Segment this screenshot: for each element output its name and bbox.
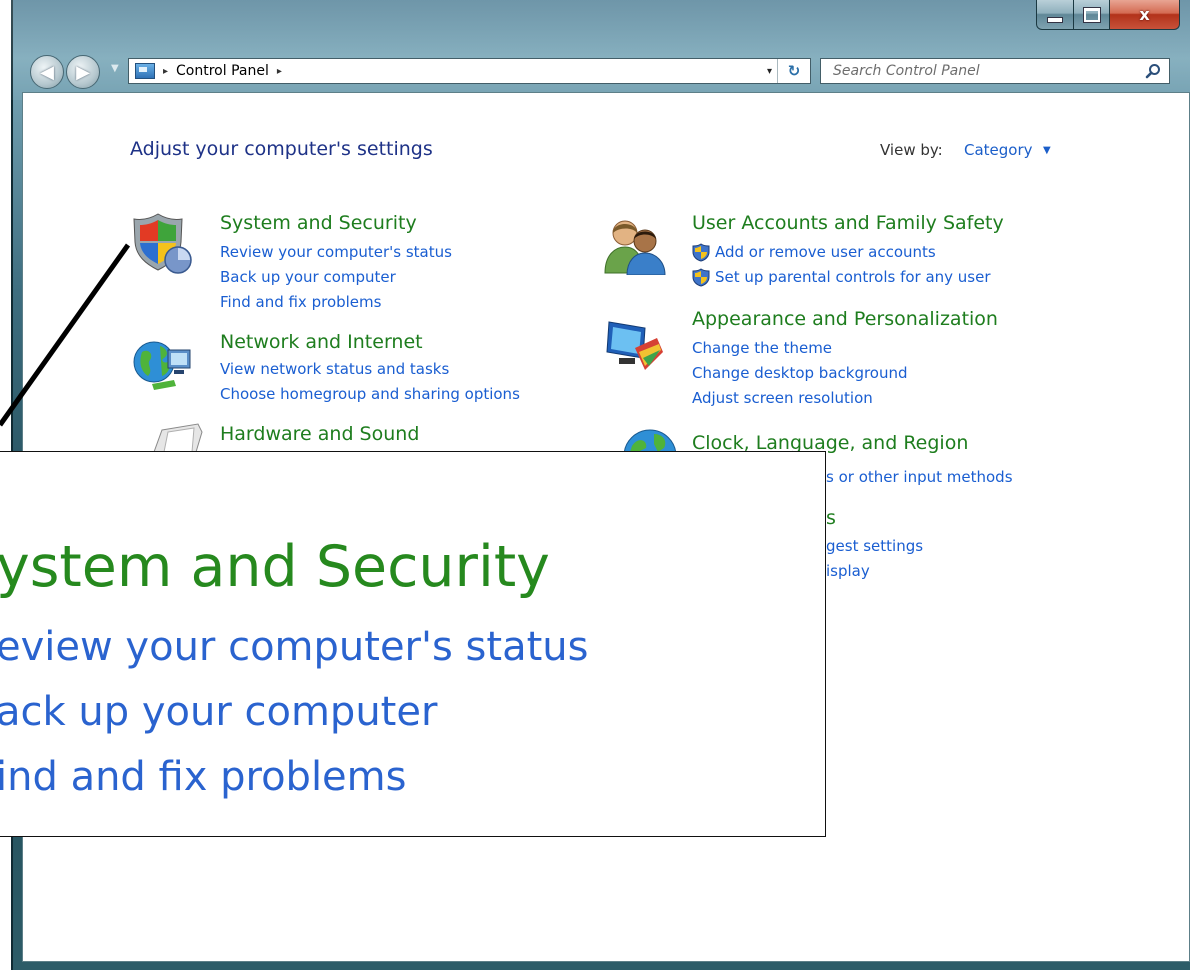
link-homegroup[interactable]: Choose homegroup and sharing options xyxy=(220,385,520,403)
arrow-right-icon: ▶ xyxy=(76,61,90,83)
search-input[interactable] xyxy=(831,62,1145,80)
caption-buttons: x xyxy=(1036,0,1180,30)
view-by-label: View by: xyxy=(880,141,943,159)
refresh-button[interactable]: ↻ xyxy=(777,59,810,83)
link-input-methods-partial[interactable]: s or other input methods xyxy=(826,468,1013,486)
uac-shield-icon xyxy=(692,268,710,287)
search-box[interactable] xyxy=(820,58,1170,84)
maximize-icon xyxy=(1082,6,1101,23)
chevron-down-icon[interactable]: ▼ xyxy=(1043,145,1051,156)
shield-icon[interactable] xyxy=(130,212,194,276)
clock-globe-icon[interactable] xyxy=(618,426,682,452)
link-screen-resolution[interactable]: Adjust screen resolution xyxy=(692,389,873,407)
category-network-and-internet[interactable]: Network and Internet xyxy=(220,331,423,353)
close-icon: x xyxy=(1139,5,1150,24)
link-desktop-background[interactable]: Change desktop background xyxy=(692,364,908,382)
refresh-icon: ↻ xyxy=(787,62,801,80)
printer-icon[interactable] xyxy=(140,422,204,452)
zoom-link-back-up: ack up your computer xyxy=(0,689,438,735)
control-panel-icon xyxy=(135,63,155,79)
appearance-icon[interactable] xyxy=(605,318,665,376)
zoom-link-find-fix: ind and fix problems xyxy=(0,754,407,800)
address-dropdown-icon[interactable]: ▾ xyxy=(767,66,772,77)
search-icon[interactable] xyxy=(1145,63,1161,79)
zoom-link-review-status: eview your computer's status xyxy=(0,624,589,670)
minimize-button[interactable] xyxy=(1036,0,1074,30)
forward-button[interactable]: ▶ xyxy=(66,55,100,89)
link-find-fix[interactable]: Find and fix problems xyxy=(220,293,381,311)
maximize-button[interactable] xyxy=(1074,0,1110,30)
uac-shield-icon xyxy=(692,243,710,262)
category-ease-of-access-partial[interactable]: s xyxy=(826,507,836,529)
recent-pages-dropdown[interactable]: ▼ xyxy=(111,63,119,74)
category-hardware-and-sound[interactable]: Hardware and Sound xyxy=(220,423,419,445)
minimize-icon xyxy=(1047,16,1063,23)
breadcrumb-separator[interactable]: ▸ xyxy=(163,66,168,77)
zoom-category-title: ystem and Security xyxy=(0,534,550,600)
breadcrumb-separator[interactable]: ▸ xyxy=(277,66,282,77)
zoom-callout: ystem and Security eview your computer's… xyxy=(0,451,826,837)
page-title: Adjust your computer's settings xyxy=(130,138,433,160)
category-appearance[interactable]: Appearance and Personalization xyxy=(692,308,998,330)
view-by-dropdown[interactable]: Category xyxy=(964,141,1033,159)
close-button[interactable]: x xyxy=(1110,0,1180,30)
category-user-accounts[interactable]: User Accounts and Family Safety xyxy=(692,212,1004,234)
link-review-status[interactable]: Review your computer's status xyxy=(220,243,452,261)
breadcrumb-control-panel[interactable]: Control Panel xyxy=(176,63,269,79)
arrow-left-icon: ◀ xyxy=(40,61,54,83)
users-icon[interactable] xyxy=(603,215,667,275)
link-change-theme[interactable]: Change the theme xyxy=(692,339,832,357)
link-network-status[interactable]: View network status and tasks xyxy=(220,360,449,378)
link-add-remove-accounts[interactable]: Add or remove user accounts xyxy=(715,243,936,261)
link-display-partial[interactable]: isplay xyxy=(826,562,870,580)
network-globe-icon[interactable] xyxy=(130,334,196,392)
back-button[interactable]: ◀ xyxy=(30,55,64,89)
address-bar[interactable]: ▸ Control Panel ▸ ▾ ↻ xyxy=(128,58,811,84)
link-back-up[interactable]: Back up your computer xyxy=(220,268,396,286)
link-parental-controls[interactable]: Set up parental controls for any user xyxy=(715,268,991,286)
category-system-and-security[interactable]: System and Security xyxy=(220,212,417,234)
window-glass xyxy=(11,0,1190,100)
link-suggest-settings-partial[interactable]: gest settings xyxy=(826,537,923,555)
